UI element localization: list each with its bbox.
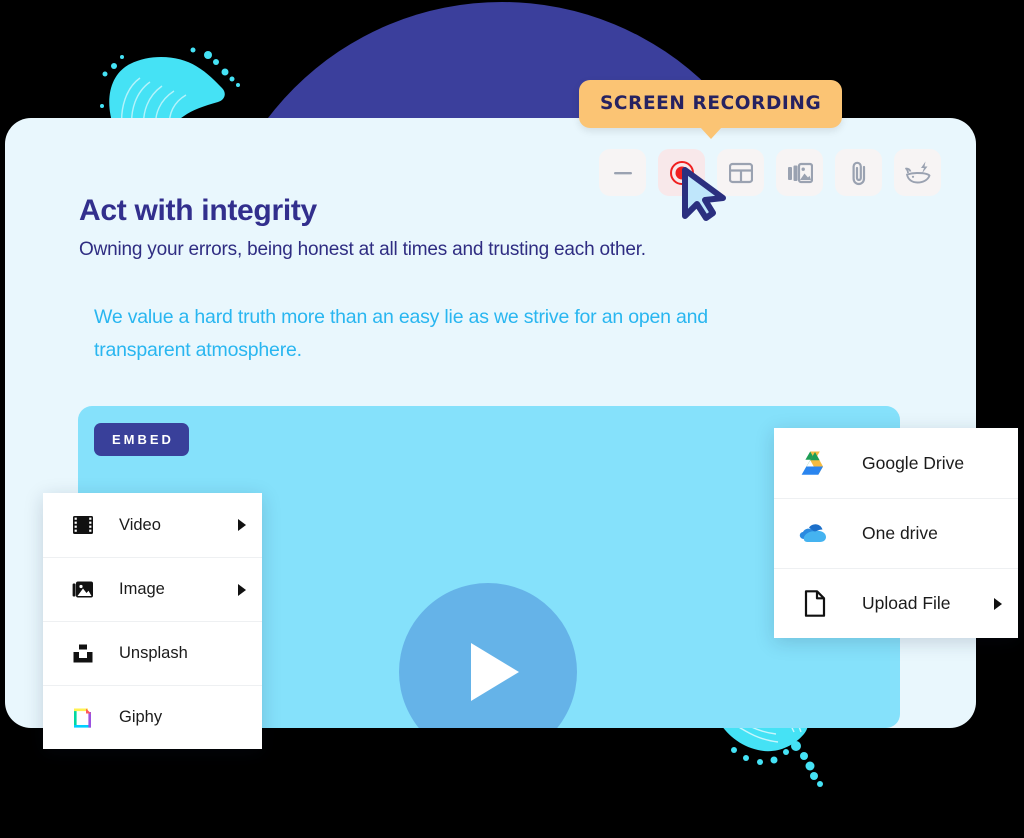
embed-badge: EMBED — [94, 423, 189, 456]
menu-item-label: Unsplash — [119, 644, 188, 662]
paperclip-icon — [848, 160, 870, 186]
tooltip-screen-recording: SCREEN RECORDING — [579, 80, 843, 139]
attachment-button[interactable] — [835, 149, 882, 196]
divider-button[interactable] — [599, 149, 646, 196]
minus-icon — [611, 161, 635, 185]
menu-item-label: Google Drive — [862, 452, 965, 473]
giphy-icon — [69, 707, 97, 729]
image-icon — [69, 580, 97, 599]
film-icon — [69, 516, 97, 534]
menu-item-label: Upload File — [862, 593, 951, 613]
upload-source-menu: Google Drive One drive Upload File — [774, 428, 1018, 638]
file-icon — [796, 590, 834, 617]
menu-item-label: Video — [119, 515, 161, 534]
google-drive-icon — [796, 450, 834, 477]
screen-recording-button[interactable] — [658, 149, 705, 196]
chevron-right-icon — [238, 583, 246, 596]
decorative-blob-top-left — [100, 47, 240, 130]
unsplash-icon — [69, 644, 97, 663]
tooltip-pointer — [699, 127, 722, 139]
menu-item-label: One drive — [862, 523, 938, 543]
play-icon — [471, 643, 519, 701]
whale-bolt-icon — [904, 160, 932, 186]
menu-item-giphy[interactable]: Giphy — [43, 685, 262, 749]
menu-item-video[interactable]: Video — [43, 493, 262, 557]
insert-toolbar — [599, 149, 941, 196]
screenshot-stage: Act with integrity Owning your errors, b… — [0, 0, 1024, 838]
insert-media-menu: Video Image Unsplash Giphy — [43, 493, 262, 749]
tooltip-label: SCREEN RECORDING — [600, 93, 822, 114]
gallery-icon — [787, 162, 813, 184]
menu-item-label: Image — [119, 580, 165, 598]
menu-item-onedrive[interactable]: One drive — [774, 498, 1018, 568]
chevron-right-icon — [994, 597, 1002, 610]
table-button[interactable] — [717, 149, 764, 196]
page-title: Act with integrity — [79, 194, 317, 227]
menu-item-image[interactable]: Image — [43, 557, 262, 621]
chevron-right-icon — [238, 519, 246, 531]
table-icon — [728, 162, 753, 184]
quote-text: We value a hard truth more than an easy … — [94, 306, 708, 361]
menu-item-upload-file[interactable]: Upload File — [774, 568, 1018, 638]
gallery-button[interactable] — [776, 149, 823, 196]
menu-item-google-drive[interactable]: Google Drive — [774, 428, 1018, 498]
whale-button[interactable] — [894, 149, 941, 196]
onedrive-icon — [796, 523, 834, 545]
page-subtitle: Owning your errors, being honest at all … — [79, 239, 646, 260]
menu-item-unsplash[interactable]: Unsplash — [43, 621, 262, 685]
record-icon — [669, 160, 695, 186]
play-button[interactable] — [399, 583, 577, 728]
menu-item-label: Giphy — [119, 708, 163, 726]
